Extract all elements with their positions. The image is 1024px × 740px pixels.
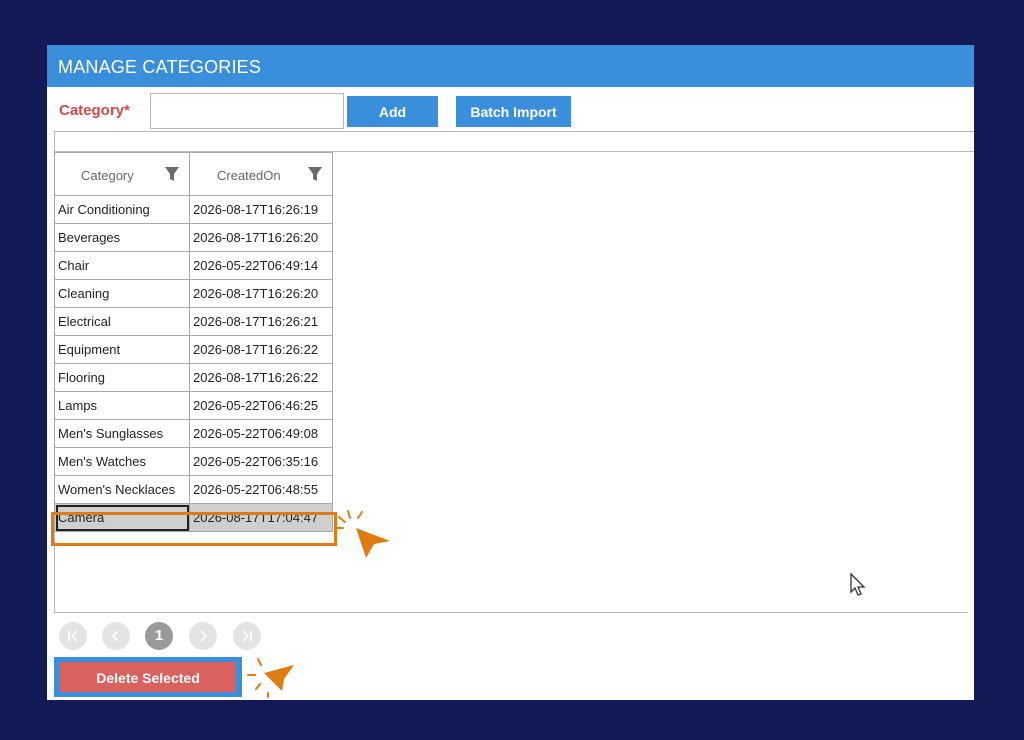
cell-createdon[interactable]: 2026-05-22T06:49:08 (189, 419, 333, 448)
cell-category[interactable]: Air Conditioning (54, 195, 190, 224)
first-page-button[interactable] (59, 622, 87, 650)
next-page-icon (200, 630, 208, 642)
mouse-cursor-icon (850, 572, 866, 596)
cell-category[interactable]: Electrical (54, 307, 190, 336)
delete-highlight: Delete Selected (54, 657, 242, 697)
delete-selected-button[interactable]: Delete Selected (60, 662, 236, 692)
cell-createdon[interactable]: 2026-05-22T06:49:14 (189, 251, 333, 280)
cell-category[interactable]: Flooring (54, 363, 190, 392)
add-button[interactable]: Add (347, 96, 438, 127)
table-row[interactable]: Men's Watches 2026-05-22T06:35:16 (54, 447, 333, 476)
column-header-category[interactable]: Category (54, 152, 190, 196)
last-page-button[interactable] (233, 622, 261, 650)
cell-category[interactable]: Beverages (54, 223, 190, 252)
cell-category[interactable]: Women's Necklaces (54, 475, 190, 504)
filter-icon[interactable] (307, 166, 323, 182)
manage-categories-window: MANAGE CATEGORIES Category* Add Batch Im… (47, 45, 974, 700)
cell-createdon[interactable]: 2026-05-22T06:35:16 (189, 447, 333, 476)
toolbar-divider (54, 131, 974, 132)
table-row[interactable]: Men's Sunglasses 2026-05-22T06:49:08 (54, 419, 333, 448)
window-title: MANAGE CATEGORIES (47, 45, 974, 87)
first-page-icon (68, 630, 78, 642)
cell-createdon[interactable]: 2026-05-22T06:46:25 (189, 391, 333, 420)
cell-category[interactable]: Men's Watches (54, 447, 190, 476)
cell-createdon[interactable]: 2026-08-17T16:26:20 (189, 223, 333, 252)
cell-category[interactable]: Cleaning (54, 279, 190, 308)
table-row[interactable]: Electrical 2026-08-17T16:26:21 (54, 307, 333, 336)
table-row[interactable]: Cleaning 2026-08-17T16:26:20 (54, 279, 333, 308)
table-row[interactable]: Lamps 2026-05-22T06:46:25 (54, 391, 333, 420)
selected-row-highlight (51, 512, 337, 546)
click-pointer-annotation-icon (247, 658, 294, 698)
category-input[interactable] (150, 93, 344, 129)
last-page-icon (242, 630, 252, 642)
categories-grid: Category CreatedOn Air Conditioning 2026-… (54, 152, 333, 532)
column-header-createdon[interactable]: CreatedOn (189, 152, 333, 196)
page-number-button[interactable]: 1 (145, 622, 173, 650)
table-row[interactable]: Women's Necklaces 2026-05-22T06:48:55 (54, 475, 333, 504)
batch-import-button[interactable]: Batch Import (456, 96, 571, 127)
filter-icon[interactable] (164, 166, 180, 182)
next-page-button[interactable] (189, 622, 217, 650)
prev-page-icon (111, 630, 119, 642)
table-row[interactable]: Air Conditioning 2026-08-17T16:26:19 (54, 195, 333, 224)
cell-createdon[interactable]: 2026-08-17T16:26:22 (189, 335, 333, 364)
prev-page-button[interactable] (102, 622, 130, 650)
cell-category[interactable]: Men's Sunglasses (54, 419, 190, 448)
cell-createdon[interactable]: 2026-05-22T06:48:55 (189, 475, 333, 504)
category-label: Category* (59, 102, 130, 119)
cell-createdon[interactable]: 2026-08-17T16:26:22 (189, 363, 333, 392)
table-row[interactable]: Chair 2026-05-22T06:49:14 (54, 251, 333, 280)
cell-createdon[interactable]: 2026-08-17T16:26:19 (189, 195, 333, 224)
table-row[interactable]: Equipment 2026-08-17T16:26:22 (54, 335, 333, 364)
table-row[interactable]: Flooring 2026-08-17T16:26:22 (54, 363, 333, 392)
table-row[interactable]: Beverages 2026-08-17T16:26:20 (54, 223, 333, 252)
cell-category[interactable]: Lamps (54, 391, 190, 420)
cell-category[interactable]: Equipment (54, 335, 190, 364)
cell-category[interactable]: Chair (54, 251, 190, 280)
grid-bottom-border (54, 612, 968, 613)
cell-createdon[interactable]: 2026-08-17T16:26:21 (189, 307, 333, 336)
click-pointer-annotation-icon (335, 510, 390, 558)
cell-createdon[interactable]: 2026-08-17T16:26:20 (189, 279, 333, 308)
